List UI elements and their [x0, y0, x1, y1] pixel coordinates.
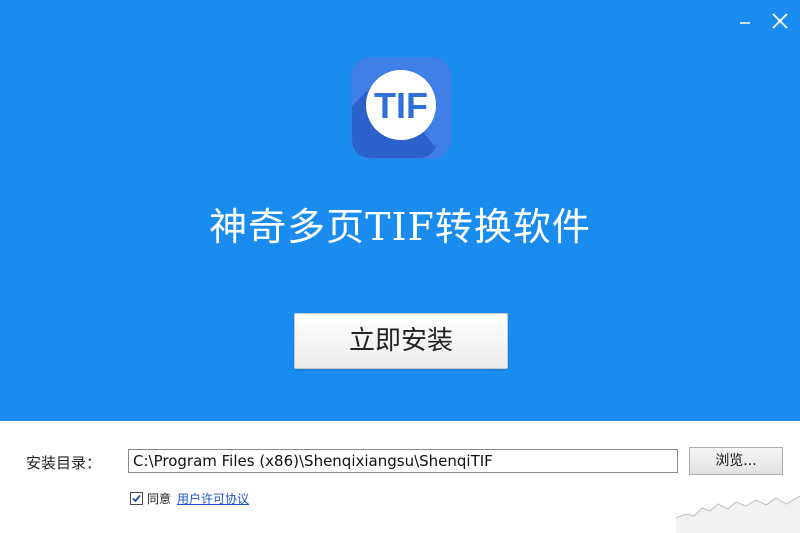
app-title: 神奇多页TIF转换软件: [209, 205, 591, 249]
close-icon: [772, 13, 788, 29]
checkmark-icon: [132, 494, 141, 502]
agreement-row: 同意 用户许可协议: [130, 489, 249, 507]
install-now-button[interactable]: 立即安装: [294, 313, 508, 369]
minimize-button[interactable]: [730, 6, 760, 36]
agree-checkbox[interactable]: [130, 491, 143, 505]
corner-decoration: [675, 478, 800, 533]
install-dir-label: 安装目录：: [26, 454, 102, 472]
minimize-icon: [740, 22, 750, 24]
app-logo: TIF: [350, 56, 452, 160]
license-agreement-link[interactable]: 用户许可协议: [177, 490, 249, 507]
browse-button[interactable]: 浏览...: [689, 447, 783, 475]
installer-window: TIF 神奇多页TIF转换软件 立即安装 安装目录： 浏览... 同意 用户许可…: [0, 0, 800, 533]
close-button[interactable]: [765, 6, 795, 36]
agree-label: 同意: [147, 491, 172, 506]
install-dir-input[interactable]: [128, 449, 678, 473]
hero-banner: TIF 神奇多页TIF转换软件 立即安装: [0, 0, 800, 421]
logo-text: TIF: [374, 85, 428, 126]
